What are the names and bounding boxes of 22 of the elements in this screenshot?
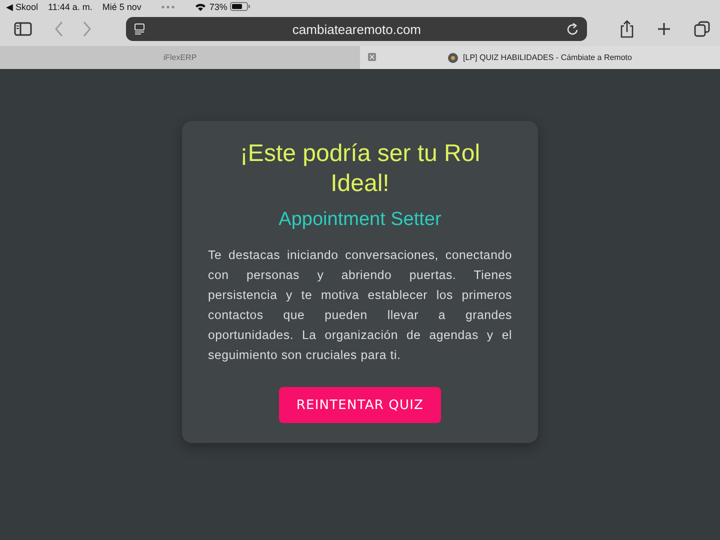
site-favicon-icon xyxy=(448,52,458,62)
battery-icon xyxy=(230,2,250,11)
multitasking-dots-icon[interactable] xyxy=(161,4,176,8)
close-tab-icon[interactable] xyxy=(368,53,376,61)
share-icon[interactable] xyxy=(620,20,634,38)
new-tab-plus-icon[interactable] xyxy=(657,22,672,36)
result-title: ¡Este podría ser tu Rol Ideal! xyxy=(238,139,482,199)
status-date: Mié 5 nov xyxy=(102,2,142,12)
page-menu-icon[interactable] xyxy=(134,23,146,35)
retry-quiz-button[interactable]: REINTENTAR QUIZ xyxy=(279,387,441,423)
sidebar-icon[interactable] xyxy=(14,22,32,36)
browser-tab[interactable]: [LP] QUIZ HABILIDADES - Cámbiate a Remoto xyxy=(360,46,720,69)
reload-icon[interactable] xyxy=(567,22,580,36)
wifi-icon xyxy=(195,2,206,10)
role-name: Appointment Setter xyxy=(278,209,442,231)
status-time: 11:44 a. m. xyxy=(48,2,92,12)
back-to-app-link[interactable]: ◀ Skool xyxy=(6,2,38,12)
battery-percentage: 73% xyxy=(209,2,228,12)
role-description: Te destacas iniciando conversaciones, conectando con personas y abriendo puertas. Tienes persistencia y te motiva establecer los primeros contactos que pueden llevar a grandes oportunidades. La organización de agendas y el seguimiento son cruciales para ti. xyxy=(208,247,512,364)
tabs-overview-icon[interactable] xyxy=(694,21,710,37)
address-bar[interactable]: cambiatearemoto.com xyxy=(126,17,588,41)
url-text: cambiatearemoto.com xyxy=(291,22,422,36)
